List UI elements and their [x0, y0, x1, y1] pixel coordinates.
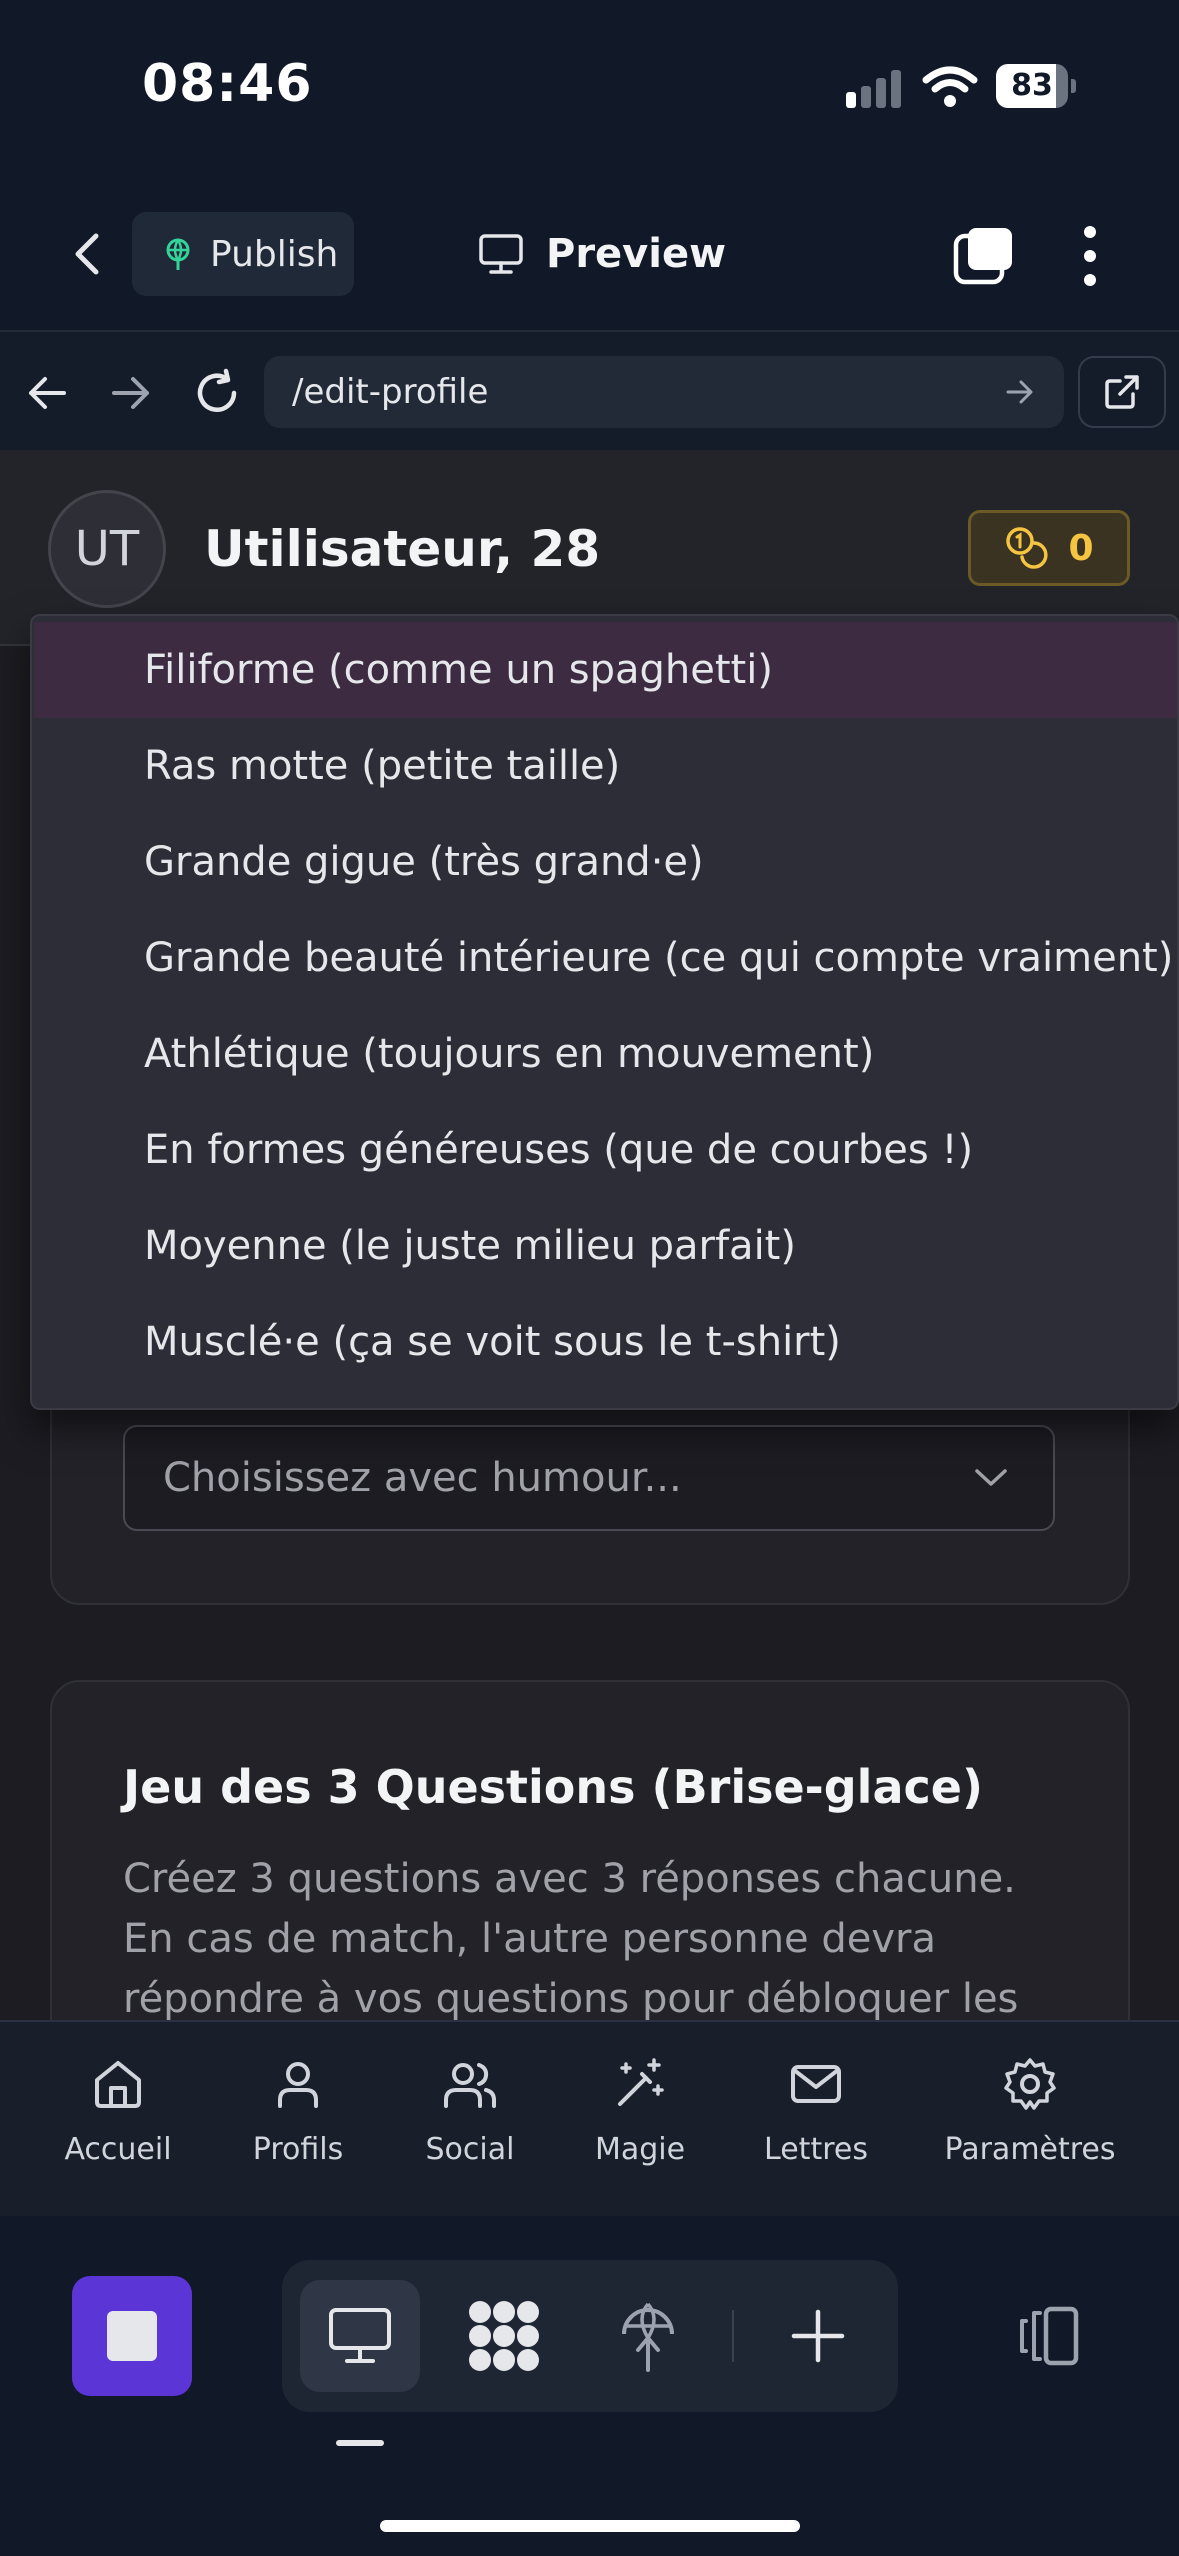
url-field[interactable]: /edit-profile — [264, 356, 1064, 428]
coins-icon — [1006, 527, 1048, 569]
status-time: 08:46 — [142, 54, 313, 114]
preview-label: Preview — [546, 231, 727, 277]
active-tab-indicator — [336, 2440, 384, 2446]
go-arrow-icon[interactable] — [1004, 376, 1036, 408]
preview-button[interactable]: Preview — [478, 218, 726, 290]
nav-item-profils[interactable]: Profils — [198, 2056, 398, 2167]
questions-desc-line: En cas de match, l'autre personne devra — [123, 1916, 937, 1962]
tabs-icon[interactable] — [952, 224, 1016, 288]
user-name: Utilisateur, 28 — [204, 520, 601, 578]
url-text: /edit-profile — [292, 372, 489, 412]
body-type-dropdown: Filiforme (comme un spaghetti) Ras motte… — [30, 614, 1179, 1410]
nav-label: Profils — [252, 2132, 344, 2167]
publish-label: Publish — [210, 233, 339, 275]
body-type-select[interactable]: Choisissez avec humour... — [123, 1425, 1055, 1531]
user-icon — [278, 2062, 318, 2108]
dropdown-option[interactable]: Ras motte (petite taille) — [34, 718, 1177, 814]
avatar[interactable]: UT — [48, 490, 166, 608]
apps-grid-icon — [469, 2301, 539, 2371]
external-link-icon — [1105, 375, 1139, 409]
wifi-icon — [922, 64, 978, 108]
nav-item-magie[interactable]: Magie — [540, 2056, 740, 2167]
users-icon — [444, 2063, 496, 2108]
chevron-down-icon — [975, 1469, 1007, 1486]
dropdown-option[interactable]: En formes généreuses (que de courbes !) — [34, 1102, 1177, 1198]
dropdown-option[interactable]: Grande beauté intérieure (ce qui compte … — [34, 910, 1177, 1006]
questions-desc-line: répondre à vos questions pour débloquer … — [123, 1976, 1019, 2022]
nav-item-accueil[interactable]: Accueil — [18, 2056, 218, 2167]
questions-desc-line: Créez 3 questions avec 3 réponses chacun… — [123, 1856, 1016, 1902]
magic-wand-icon — [618, 2058, 664, 2106]
more-options-icon[interactable] — [1072, 224, 1108, 288]
gear-icon — [1004, 2058, 1056, 2110]
monitor-icon — [329, 2308, 391, 2363]
nav-label: Social — [425, 2132, 515, 2167]
desktop-mode-button[interactable] — [300, 2280, 420, 2392]
battery-level: 83 — [1011, 68, 1053, 103]
browser-back-icon[interactable] — [24, 370, 70, 416]
dropdown-option[interactable]: Filiforme (comme un spaghetti) — [34, 622, 1177, 718]
nav-label: Accueil — [64, 2132, 172, 2167]
stop-icon — [107, 2311, 157, 2361]
dropdown-option[interactable]: Musclé·e (ça se voit sous le t-shirt) — [34, 1294, 1177, 1390]
battery-icon: 83 — [996, 64, 1076, 108]
apps-grid-button[interactable] — [458, 2290, 550, 2382]
sidebar-panel-icon — [1020, 2306, 1079, 2366]
publish-icon — [160, 236, 196, 272]
dropdown-option[interactable]: Moyenne (le juste milieu parfait) — [34, 1198, 1177, 1294]
body-type-placeholder: Choisissez avec humour... — [163, 1455, 682, 1501]
back-button[interactable] — [60, 224, 120, 284]
globe-arrow-icon — [622, 2302, 674, 2372]
mail-icon — [791, 2065, 841, 2103]
home-indicator — [380, 2520, 800, 2532]
toolbar-divider — [732, 2310, 734, 2362]
stop-button[interactable] — [72, 2276, 192, 2396]
home-icon — [95, 2061, 141, 2108]
nav-item-lettres[interactable]: Lettres — [716, 2056, 916, 2167]
dropdown-option[interactable]: Athlétique (toujours en mouvement) — [34, 1006, 1177, 1102]
nav-item-parametres[interactable]: Paramètres — [930, 2056, 1130, 2167]
add-button[interactable] — [772, 2290, 864, 2382]
questions-title: Jeu des 3 Questions (Brise-glace) — [123, 1760, 983, 1814]
plus-icon — [791, 2309, 845, 2363]
coins-count: 0 — [1068, 527, 1094, 569]
nav-label: Lettres — [764, 2132, 868, 2167]
nav-label: Paramètres — [944, 2132, 1116, 2167]
cellular-signal-icon — [846, 68, 902, 108]
deploy-button[interactable] — [602, 2290, 694, 2382]
panel-toggle-button[interactable] — [1000, 2290, 1092, 2382]
coins-badge[interactable]: 0 — [968, 510, 1130, 586]
monitor-icon — [478, 233, 524, 275]
open-external-button[interactable] — [1078, 356, 1166, 428]
dropdown-option[interactable]: Grande gigue (très grand·e) — [34, 814, 1177, 910]
nav-label: Magie — [594, 2132, 686, 2167]
publish-button[interactable]: Publish — [132, 212, 354, 296]
reload-icon[interactable] — [192, 368, 242, 418]
browser-forward-icon[interactable] — [108, 370, 154, 416]
